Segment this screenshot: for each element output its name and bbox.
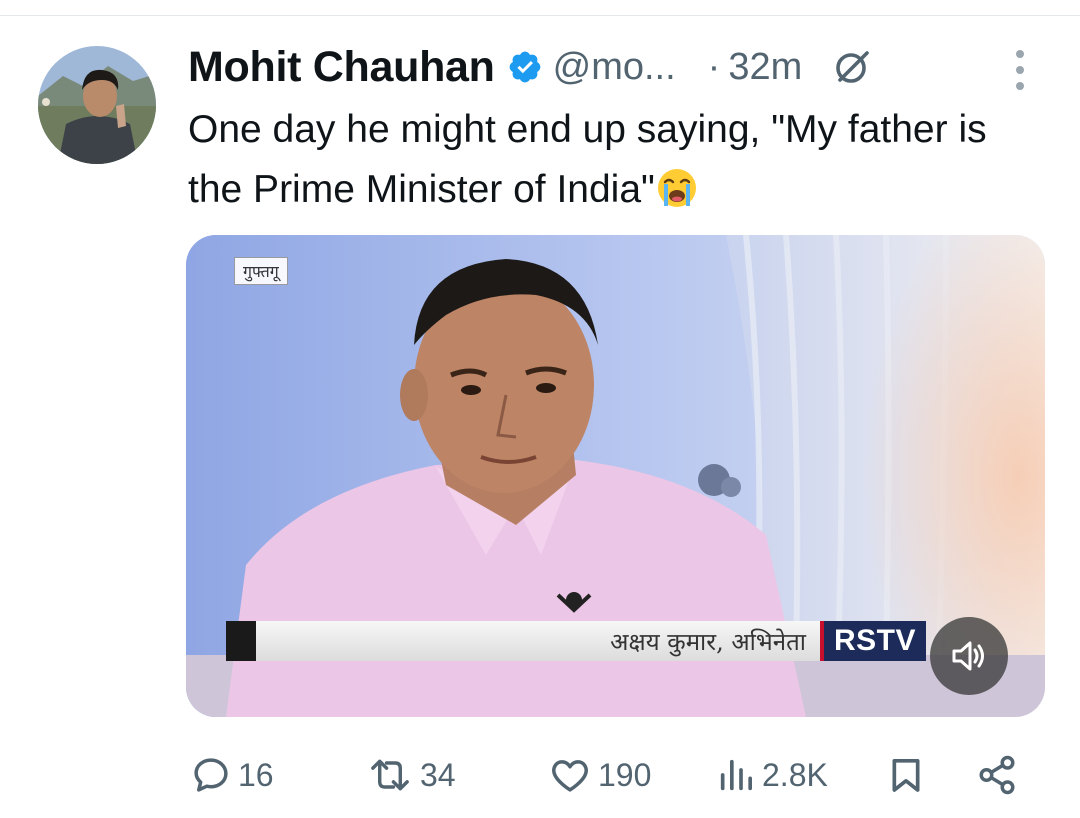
like-count: 190 <box>598 756 652 793</box>
loudly-crying-face-icon <box>657 169 696 207</box>
reply-icon <box>194 758 228 792</box>
heart-icon <box>552 760 588 792</box>
channel-program-tag: गुफ्तगू <box>234 257 288 285</box>
share-icon <box>979 755 1015 795</box>
video-caption: अक्षय कुमार, अभिनेता <box>610 627 806 656</box>
speaker-icon <box>952 641 984 671</box>
tweet-text-body: One day he might end up saying, "My fath… <box>188 108 987 211</box>
reply-count: 16 <box>238 756 274 793</box>
view-count: 2.8K <box>762 756 828 793</box>
author-handle[interactable]: @mo... <box>553 46 676 89</box>
like-button[interactable]: 190 <box>548 745 651 805</box>
tweet-actions: 16 34 190 2.8K <box>0 745 1080 805</box>
author-avatar[interactable] <box>38 46 156 164</box>
separator-dot: · <box>707 45 721 88</box>
repost-icon <box>371 759 409 791</box>
share-button[interactable] <box>974 745 1020 805</box>
repost-button[interactable]: 34 <box>366 745 456 805</box>
tweet-header: Mohit Chauhan @mo... · 32m <box>188 40 872 94</box>
more-options-icon[interactable] <box>1008 50 1032 90</box>
mute-toggle-button[interactable] <box>930 617 1008 695</box>
top-divider <box>0 15 1080 16</box>
repost-count: 34 <box>420 756 456 793</box>
reply-button[interactable]: 16 <box>190 745 274 805</box>
lower-third-mark <box>226 621 256 661</box>
bookmark-icon <box>892 759 920 792</box>
bookmark-button[interactable] <box>886 745 926 805</box>
views-icon <box>720 759 752 791</box>
author-name[interactable]: Mohit Chauhan <box>188 43 495 92</box>
video-lower-third: अक्षय कुमार, अभिनेता RSTV <box>226 621 926 661</box>
grok-icon[interactable] <box>832 47 872 87</box>
verified-badge-icon[interactable] <box>507 49 543 85</box>
views-button[interactable]: 2.8K <box>716 745 828 805</box>
tweet-timestamp[interactable]: 32m <box>728 46 802 89</box>
tweet-text: One day he might end up saying, "My fath… <box>188 100 1048 220</box>
tweet-video[interactable]: गुफ्तगू अक्षय कुमार, अभिनेता RSTV <box>186 235 1045 717</box>
channel-logo: RSTV <box>823 621 926 661</box>
